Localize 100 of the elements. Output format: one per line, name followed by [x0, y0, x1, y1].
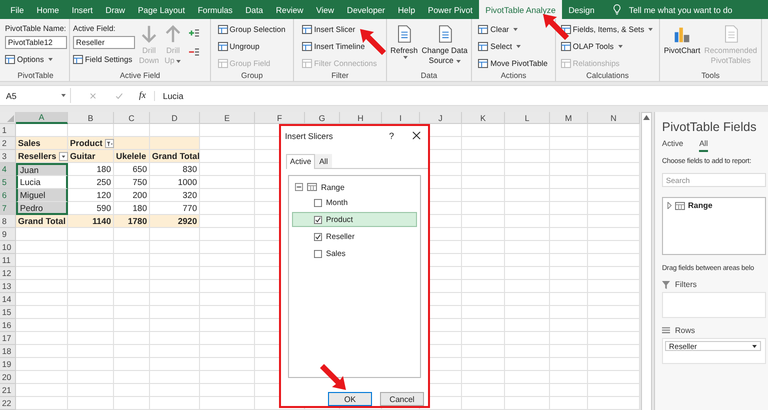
column-header[interactable]: N [588, 112, 640, 124]
column-header[interactable]: B [68, 112, 114, 124]
caret-icon [752, 344, 757, 348]
ribbon-tab[interactable]: Help [391, 0, 422, 19]
ribbon-tab[interactable]: Page Layout [131, 0, 192, 19]
row-header[interactable]: 22 [0, 397, 16, 410]
ribbon-tab[interactable]: Draw [99, 0, 132, 19]
row-header[interactable]: 6 [0, 189, 16, 202]
help-button[interactable]: ? [388, 130, 394, 141]
row-header[interactable]: 12 [0, 267, 16, 280]
collapse-icon[interactable] [295, 183, 303, 192]
table-icon [478, 24, 488, 34]
spreadsheet-cell: 650 [114, 163, 150, 176]
row-header[interactable]: 13 [0, 280, 16, 293]
dropdown-button[interactable] [59, 152, 68, 160]
row-header[interactable]: 10 [0, 241, 16, 254]
column-header[interactable]: J [420, 112, 462, 124]
caret-icon [61, 94, 66, 97]
ribbon-tab[interactable]: Data [238, 0, 270, 19]
formula-input[interactable]: Lucia [154, 90, 768, 100]
spreadsheet-cell: 200 [114, 189, 150, 202]
checkbox[interactable] [314, 232, 322, 241]
name-box[interactable]: A5 [0, 88, 71, 103]
ribbon-tab[interactable]: Home [30, 0, 66, 19]
field-name[interactable]: Range [688, 201, 712, 210]
table-icon [218, 42, 228, 50]
dialog-button[interactable]: OK [328, 392, 372, 406]
spreadsheet-cell: 830 [150, 163, 200, 176]
ribbon-tab[interactable]: View [310, 0, 341, 19]
ribbon-tab[interactable]: Review [269, 0, 310, 19]
row-header[interactable]: 5 [0, 176, 16, 189]
table-icon [307, 183, 317, 192]
caret-icon [648, 28, 654, 30]
ribbon-tab[interactable]: Design [562, 0, 601, 19]
row-header[interactable]: 18 [0, 345, 16, 358]
row-header[interactable]: 1 [0, 124, 16, 137]
spreadsheet-cell: Juan [16, 163, 68, 176]
row-header[interactable]: 7 [0, 202, 16, 215]
table-icon [478, 58, 488, 68]
spreadsheet-cell: Guitar [68, 150, 114, 163]
column-header[interactable]: M [550, 112, 588, 124]
scrollbar[interactable] [641, 112, 652, 410]
caret-icon [176, 60, 182, 62]
column-header[interactable]: F [255, 112, 305, 124]
row-header[interactable]: 17 [0, 332, 16, 345]
spreadsheet-cell: 250 [68, 176, 114, 189]
tell-me-search[interactable]: Tell me what you want to do [628, 4, 732, 14]
expand-icon [188, 27, 200, 39]
scroll-up-icon[interactable] [643, 115, 650, 120]
caret-icon [513, 28, 518, 30]
column-header[interactable]: G [305, 112, 340, 124]
column-header[interactable]: E [200, 112, 255, 124]
row-header[interactable]: 3 [0, 150, 16, 163]
dialog-button[interactable]: Cancel [380, 392, 424, 406]
table-icon [5, 54, 15, 64]
row-header[interactable]: 21 [0, 384, 16, 397]
row-header[interactable]: 9 [0, 228, 16, 241]
row-header[interactable]: 14 [0, 293, 16, 306]
arrow-up-icon [163, 24, 183, 44]
table-icon [218, 58, 228, 68]
ribbon-tab[interactable]: PivotTable Analyze [478, 0, 562, 19]
column-header[interactable]: C [114, 112, 150, 124]
row-header[interactable]: 20 [0, 371, 16, 384]
column-header[interactable]: L [505, 112, 550, 124]
spreadsheet-cell: Pedro [16, 202, 68, 215]
spreadsheet-cell: Grand Total [16, 215, 68, 228]
column-header[interactable]: K [462, 112, 505, 124]
spreadsheet-cell: 1000 [150, 176, 200, 189]
row-header[interactable]: 15 [0, 306, 16, 319]
column-header[interactable]: D [150, 112, 200, 124]
field-header: Product [70, 138, 102, 148]
ribbon-tab[interactable]: Insert [65, 0, 100, 19]
checkbox[interactable] [314, 250, 322, 258]
ribbon-tab[interactable]: Formulas [191, 0, 239, 19]
column-header[interactable]: I [382, 112, 420, 124]
spreadsheet-cell [150, 137, 200, 150]
expand-icon[interactable] [667, 202, 672, 209]
spreadsheet-cell: Miguel [16, 189, 68, 202]
column-header[interactable]: H [340, 112, 382, 124]
checkbox[interactable] [314, 198, 322, 207]
close-icon[interactable] [412, 131, 421, 140]
column-header[interactable]: A [16, 112, 68, 124]
table-icon [218, 24, 228, 34]
row-header[interactable]: 11 [0, 254, 16, 267]
check-icon[interactable] [115, 92, 123, 100]
row-header[interactable]: 19 [0, 358, 16, 371]
ribbon-tab[interactable]: File [4, 0, 30, 19]
insert-function-button[interactable]: fx [139, 90, 155, 100]
spreadsheet-cell: 320 [150, 189, 200, 202]
checkbox[interactable] [314, 216, 322, 224]
area-label: Filters [675, 280, 697, 289]
ribbon-tab[interactable]: Power Pivot [422, 0, 479, 19]
row-header[interactable]: 2 [0, 137, 16, 150]
row-header[interactable]: 16 [0, 319, 16, 332]
ribbon-tab[interactable]: Developer [340, 0, 392, 19]
field-header: Resellers [18, 151, 56, 161]
row-header[interactable]: 8 [0, 215, 16, 228]
filter-button[interactable] [105, 138, 114, 148]
row-header[interactable]: 4 [0, 163, 16, 176]
tree-item[interactable]: Range [321, 182, 345, 192]
